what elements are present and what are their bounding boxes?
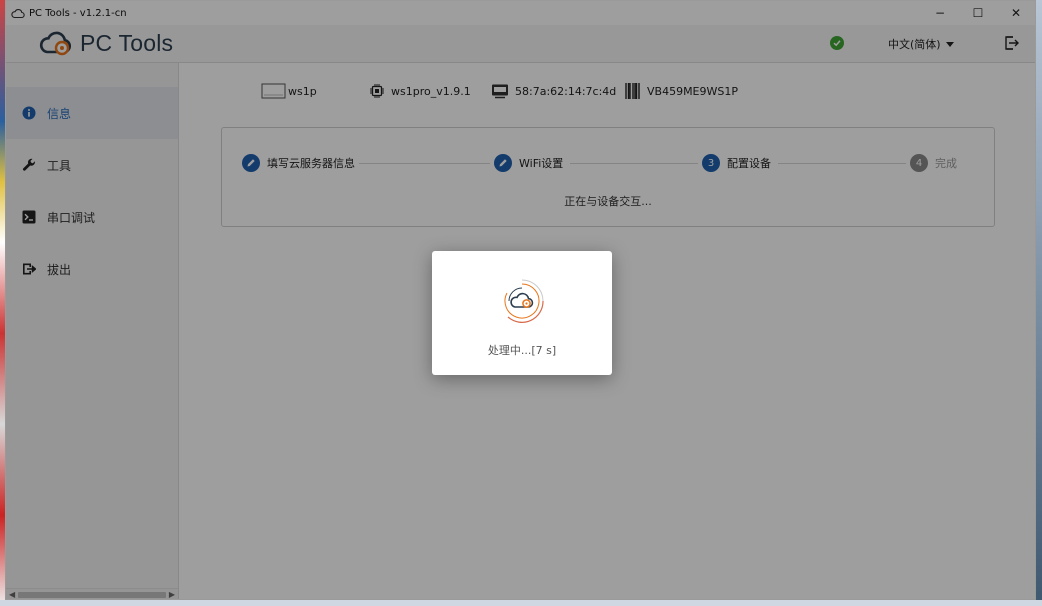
desktop-background-bottom	[0, 600, 1042, 606]
desktop-background-right	[1036, 0, 1042, 606]
app-window: PC Tools - v1.2.1-cn − ☐ ✕ PC Tools 中文(简…	[5, 0, 1036, 600]
modal-overlay: 处理中...[7 s]	[6, 1, 1035, 599]
processing-text: 处理中...[7 s]	[487, 344, 557, 357]
loading-spinner-icon	[504, 279, 544, 323]
processing-dialog: 处理中...[7 s]	[432, 251, 612, 375]
